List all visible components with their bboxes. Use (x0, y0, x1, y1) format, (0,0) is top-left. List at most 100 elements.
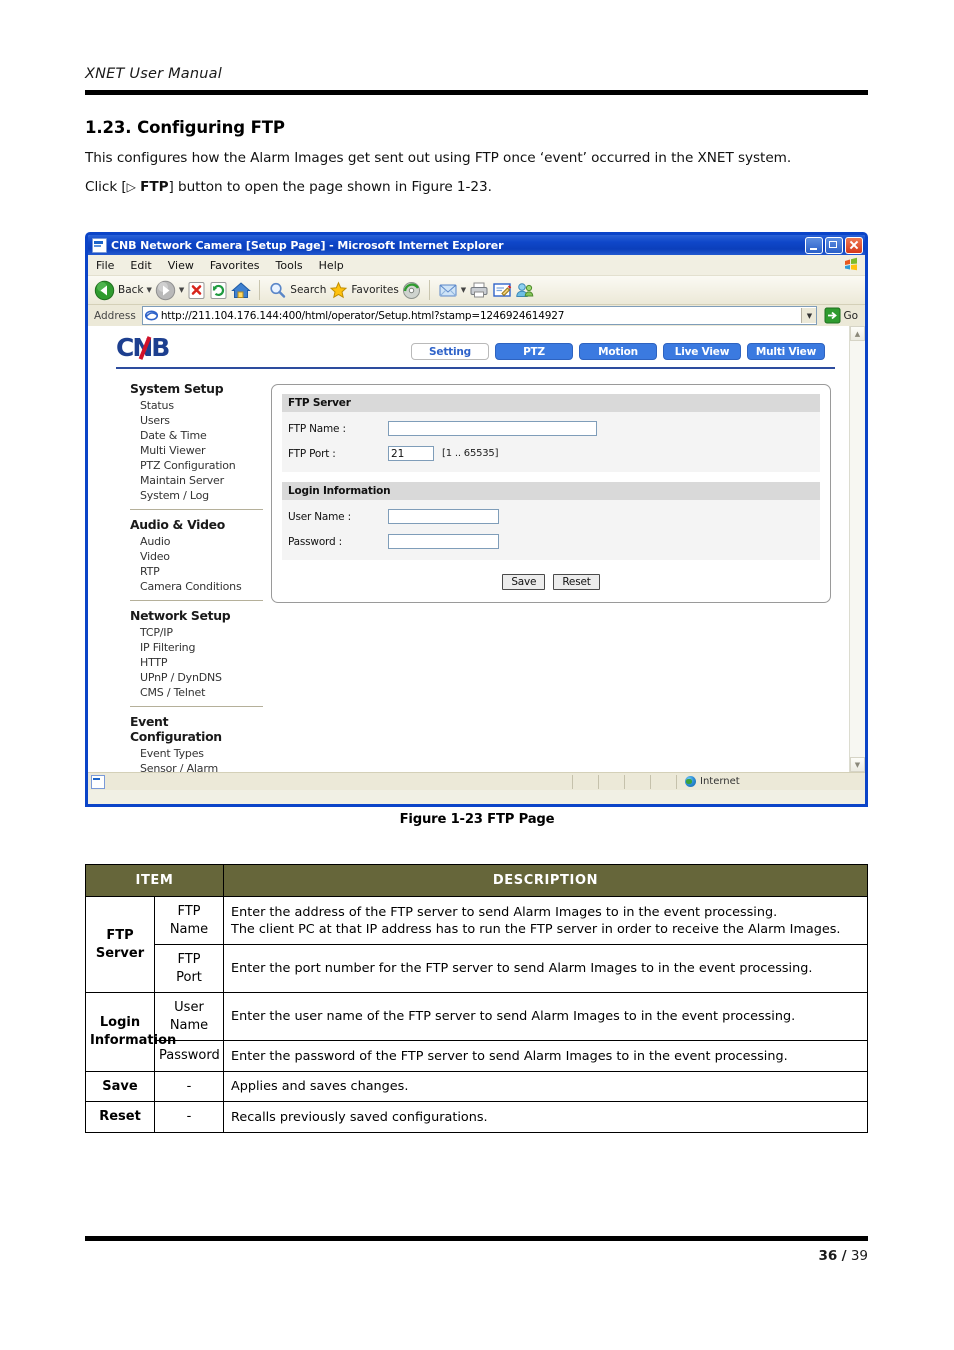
ftp-name-input[interactable] (388, 421, 597, 436)
sidebar-item-audio[interactable]: Audio (130, 534, 263, 549)
menu-edit[interactable]: Edit (130, 259, 151, 272)
close-button[interactable] (845, 236, 863, 254)
sidebar-item-ip-filtering[interactable]: IP Filtering (130, 640, 263, 655)
messenger-icon (516, 283, 534, 297)
sidebar-item-event-types[interactable]: Event Types (130, 746, 263, 761)
running-head: XNET User Manual (85, 66, 222, 82)
reset-button[interactable]: Reset (553, 574, 600, 590)
back-dropdown-icon[interactable]: ▼ (147, 286, 152, 294)
ftp-server-legend: FTP Server (282, 394, 820, 412)
menu-tools[interactable]: Tools (276, 259, 303, 272)
maximize-button[interactable] (825, 236, 843, 254)
scroll-up-icon[interactable]: ▲ (850, 326, 865, 341)
statusbar-cell-1 (572, 774, 598, 789)
edit-icon (493, 283, 512, 297)
menu-help[interactable]: Help (319, 259, 344, 272)
back-icon (94, 280, 115, 300)
description-table-head: ITEM DESCRIPTION (85, 864, 868, 897)
menu-file[interactable]: File (96, 259, 114, 272)
search-label: Search (290, 284, 327, 296)
address-url-text: http://211.104.176.144:400/html/operator… (160, 309, 565, 322)
table-header-row: ITEM DESCRIPTION (85, 864, 868, 897)
sidebar-item-upnp-dyndns[interactable]: UPnP / DynDNS (130, 670, 263, 685)
scroll-down-icon[interactable]: ▼ (850, 757, 865, 772)
sidebar-item-cms-telnet[interactable]: CMS / Telnet (130, 685, 263, 700)
row-group-login-information: Login Information (85, 992, 176, 1072)
toolbar-separator-2 (428, 280, 430, 300)
ftp-port-input[interactable]: 21 (388, 446, 434, 461)
browser-window: CNB Network Camera [Setup Page] - Micros… (85, 232, 868, 807)
window-controls (805, 236, 863, 254)
windows-flag-icon (845, 257, 857, 271)
header-rule (85, 90, 868, 95)
address-input[interactable]: http://211.104.176.144:400/html/operator… (141, 306, 818, 325)
login-information-fieldset: User Name : Password : (282, 500, 820, 560)
row-sub-ftp-name: FTP Name (154, 895, 224, 946)
edit-button[interactable] (492, 281, 512, 299)
mail-button[interactable]: ▼ (438, 281, 466, 299)
sidebar-item-ptz-configuration[interactable]: PTZ Configuration (130, 458, 263, 473)
page-vertical-scrollbar[interactable]: ▲ ▼ (849, 326, 865, 772)
go-arrow-icon (824, 307, 841, 324)
menu-favorites[interactable]: Favorites (210, 259, 260, 272)
user-name-input[interactable] (388, 509, 499, 524)
sidebar-heading-event-configuration: Event Configuration (130, 714, 222, 744)
footer-pagination: 36 / 39 (818, 1248, 868, 1264)
tab-setting[interactable]: Setting (411, 343, 489, 360)
sidebar-item-system-log[interactable]: System / Log (130, 488, 263, 503)
favorites-button[interactable]: Favorites (329, 281, 399, 300)
home-icon (231, 281, 252, 298)
messenger-button[interactable] (515, 281, 535, 299)
forward-button[interactable]: ▼ (155, 280, 184, 301)
ie-favicon-icon (144, 310, 158, 321)
click-instruction-paragraph: Click [▷ FTP] button to open the page sh… (85, 179, 492, 195)
sidebar-item-maintain-server[interactable]: Maintain Server (130, 473, 263, 488)
sidebar-heading-network-setup: Network Setup (130, 608, 231, 623)
sidebar-item-camera-conditions[interactable]: Camera Conditions (130, 579, 263, 594)
table-row: Password Enter the password of the FTP s… (86, 1040, 868, 1072)
sidebar-item-date-time[interactable]: Date & Time (130, 428, 263, 443)
mail-dropdown-icon[interactable]: ▼ (461, 286, 466, 294)
refresh-button[interactable] (209, 281, 228, 300)
table-row: FTP Server FTP Name Enter the address of t… (85, 895, 868, 994)
fieldset-gap (282, 472, 820, 482)
statusbar-cell-2 (598, 774, 624, 789)
footer-rule (85, 1236, 868, 1241)
table-row: Save - Applies and saves changes. (85, 1070, 868, 1103)
sidebar-item-tcp-ip[interactable]: TCP/IP (130, 625, 263, 640)
menu-view[interactable]: View (168, 259, 194, 272)
sidebar-item-rtp[interactable]: RTP (130, 564, 263, 579)
tab-motion[interactable]: Motion (579, 343, 657, 360)
sidebar-item-video[interactable]: Video (130, 549, 263, 564)
go-button[interactable]: Go (820, 307, 862, 324)
sidebar-item-multi-viewer[interactable]: Multi Viewer (130, 443, 263, 458)
minimize-button[interactable] (805, 236, 823, 254)
save-button[interactable]: Save (502, 574, 546, 590)
tab-multi-view[interactable]: Multi View (747, 343, 825, 360)
sidebar-item-status[interactable]: Status (130, 398, 263, 413)
row-sub-ftp-port: FTP Port (154, 944, 224, 994)
password-label: Password : (288, 535, 342, 548)
ftp-port-label: FTP Port : (288, 447, 336, 460)
search-button[interactable]: Search (268, 281, 326, 300)
ftp-port-hint: [1 .. 65535] (442, 448, 499, 459)
address-dropdown-icon[interactable]: ▼ (801, 308, 817, 323)
home-button[interactable] (231, 281, 252, 300)
media-icon (402, 281, 420, 299)
tab-ptz[interactable]: PTZ (495, 343, 573, 360)
back-button[interactable]: Back ▼ (94, 280, 152, 301)
password-row: Password : (282, 529, 820, 554)
cnb-logo[interactable]: CNB (116, 335, 170, 362)
media-button[interactable] (402, 281, 421, 300)
table-row: Login Information User Name Enter the use… (85, 992, 868, 1072)
ie-document-icon (92, 237, 107, 253)
statusbar-cell-3 (624, 774, 650, 789)
sidebar-item-users[interactable]: Users (130, 413, 263, 428)
sidebar-item-sensor-alarm[interactable]: Sensor / Alarm (130, 761, 263, 773)
sidebar-item-http[interactable]: HTTP (130, 655, 263, 670)
print-button[interactable] (469, 281, 489, 299)
password-input[interactable] (388, 534, 499, 549)
tab-live-view[interactable]: Live View (663, 343, 741, 360)
stop-button[interactable] (187, 281, 206, 300)
browser-menubar: File Edit View Favorites Tools Help (88, 255, 865, 276)
